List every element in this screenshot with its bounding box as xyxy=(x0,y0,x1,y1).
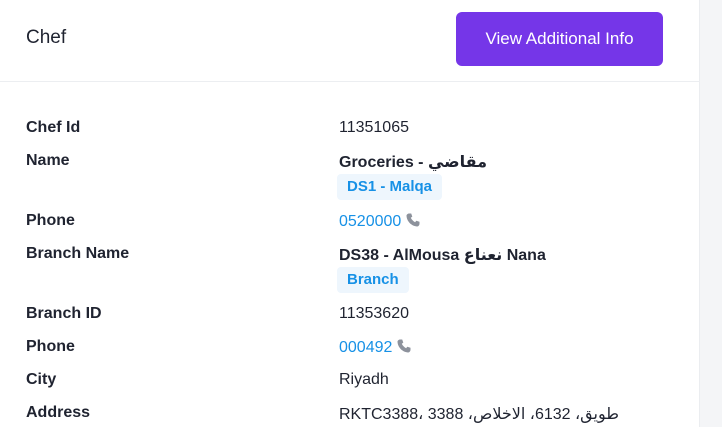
city-value: Riyadh xyxy=(339,371,389,388)
city-label: City xyxy=(26,371,57,388)
card-header: Chef View Additional Info xyxy=(0,0,700,82)
name-zone-tag: DS1 - Malqa xyxy=(337,174,443,200)
branch-phone-link[interactable]: 000492 xyxy=(339,339,392,356)
phone-icon[interactable] xyxy=(405,212,421,233)
phone-row: 0520000 xyxy=(339,212,421,233)
branch-phone-row: 000492 xyxy=(339,338,412,359)
view-additional-info-button[interactable]: View Additional Info xyxy=(456,12,663,66)
card-title: Chef xyxy=(26,27,67,48)
phone-label: Phone xyxy=(26,212,75,229)
phone-link[interactable]: 0520000 xyxy=(339,213,401,230)
branch-tag: Branch xyxy=(337,267,409,293)
branch-name-value: DS38 - AlMousa نعناع Nana xyxy=(339,247,546,264)
name-label: Name xyxy=(26,152,70,169)
branch-phone-label: Phone xyxy=(26,338,75,355)
branch-id-value: 11353620 xyxy=(339,305,409,322)
address-value: RKTC3388، 3388 ،طويق، 6132، الاخلاص xyxy=(339,406,619,423)
name-value: Groceries - مقاضي xyxy=(339,154,488,171)
branch-id-label: Branch ID xyxy=(26,305,102,322)
address-label: Address xyxy=(26,404,91,421)
chef-id-label: Chef Id xyxy=(26,119,81,136)
chef-id-value: 11351065 xyxy=(339,119,409,136)
phone-icon[interactable] xyxy=(396,338,412,359)
chef-card: Chef View Additional Info Chef Id 113510… xyxy=(0,0,700,427)
branch-name-label: Branch Name xyxy=(26,245,130,262)
